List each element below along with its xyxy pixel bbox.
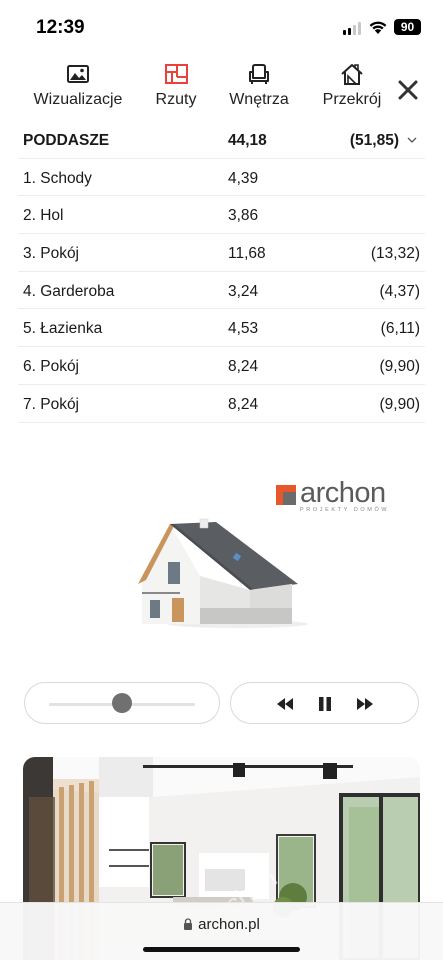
close-icon[interactable] [396,78,420,102]
room-area: 11,68 [228,245,266,263]
table-row: 3. Pokój 11,68 (13,32) [18,234,425,272]
chevron-down-icon[interactable] [407,135,417,145]
view-tabs: Wizualizacje Rzuty Wnętrza Przekrój [0,62,443,118]
room-total-area: (9,90) [379,395,421,413]
url-text: archon.pl [198,916,260,933]
tab-wnetrza[interactable]: Wnętrza [226,62,292,118]
image-icon [67,65,89,83]
room-total-area: (13,32) [370,245,420,263]
room-total-area: (6,11) [380,320,420,338]
playback-controls [230,682,419,724]
archon-logo-mark-icon [276,485,296,505]
tab-label: Rzuty [155,91,197,108]
floor-name: PODDASZE [23,132,110,149]
url-display[interactable]: archon.pl [0,916,443,933]
room-area: 3,24 [228,282,259,300]
tab-rzuty[interactable]: Rzuty [150,62,202,118]
table-row: 4. Garderoba 3,24 (4,37) [18,272,425,310]
room-name: 3. Pokój [23,245,80,263]
lock-icon [184,918,193,930]
tab-label: Wnętrza [229,91,289,108]
floor-plan-icon [164,64,188,84]
tab-label: Przekrój [322,91,382,108]
browser-url-bar[interactable]: archon.pl [0,902,443,960]
status-bar: 12:39 90 [0,0,443,56]
room-total-area: (9,90) [379,358,421,376]
room-area: 3,86 [228,207,259,225]
cellular-signal-icon [343,22,363,35]
fast-forward-icon[interactable] [356,695,374,713]
status-time: 12:39 [36,17,85,38]
room-area: 4,39 [228,169,259,187]
table-row: 7. Pokój 8,24 (9,90) [18,385,425,423]
timeline-slider[interactable] [24,682,220,724]
tab-przekroj[interactable]: Przekrój [318,62,386,118]
room-name: 6. Pokój [23,358,80,376]
table-row: 1. Schody 4,39 [18,159,425,197]
home-indicator[interactable] [143,947,300,952]
table-row: 6. Pokój 8,24 (9,90) [18,347,425,385]
battery-indicator: 90 [394,19,421,35]
room-area: 4,53 [228,320,259,338]
slider-thumb[interactable] [112,693,132,713]
room-area: 8,24 [228,395,259,413]
room-name: 5. Łazienka [23,320,103,338]
floor-area: 44,18 [228,132,267,149]
house-section-icon [341,64,363,85]
rewind-icon[interactable] [276,695,294,713]
armchair-icon [249,64,269,84]
logo-tagline: PROJEKTY DOMÓW [300,507,390,513]
room-name: 2. Hol [23,207,64,225]
floor-header-row[interactable]: PODDASZE 44,18 (51,85) [18,121,425,159]
logo-wordmark: archon [300,477,386,509]
house-3d-render [138,518,308,628]
table-row: 2. Hol 3,86 [18,196,425,235]
table-row: 5. Łazienka 4,53 (6,11) [18,309,425,348]
room-name: 7. Pokój [23,395,80,413]
room-name: 4. Garderoba [23,282,115,300]
room-name: 1. Schody [23,169,92,187]
tab-label: Wizualizacje [33,91,123,108]
pause-icon[interactable] [316,695,334,713]
floor-total-area: (51,85) [349,132,399,149]
tab-wizualizacje[interactable]: Wizualizacje [30,62,126,118]
room-total-area: (4,37) [379,282,421,300]
rooms-table: PODDASZE 44,18 (51,85) 1. Schody 4,39 2.… [18,121,425,423]
room-area: 8,24 [228,358,259,376]
wifi-icon [369,21,387,34]
archon-logo: archon PROJEKTY DOMÓW [276,477,406,516]
